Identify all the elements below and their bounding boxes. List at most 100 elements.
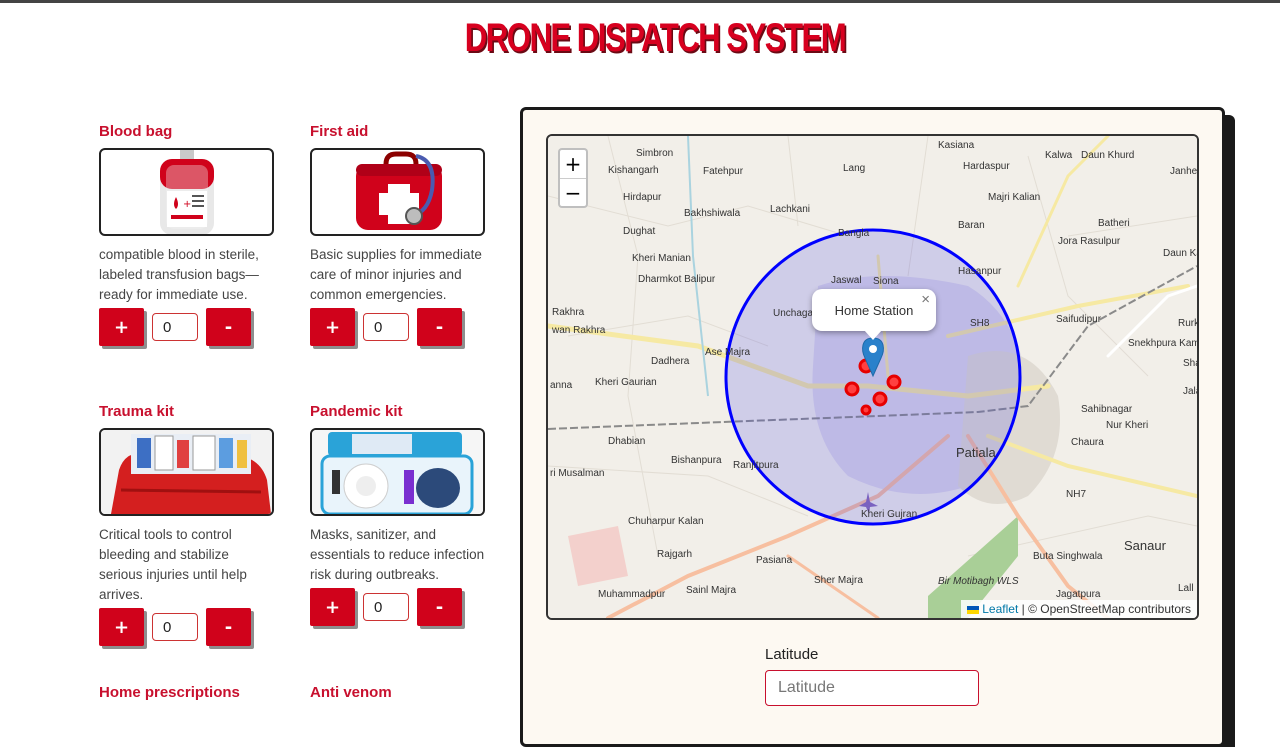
map-place-label: Nur Kheri xyxy=(1106,420,1148,431)
map-place-label: Lang xyxy=(843,163,865,174)
map-place-label: Dharmkot Balipur xyxy=(638,274,716,285)
map-place-label: Janheri xyxy=(1170,166,1197,177)
map-place-label: Sher Majra xyxy=(814,575,863,586)
map-place-label: Simbron xyxy=(636,148,673,159)
kit-title: Anti venom xyxy=(310,684,392,701)
trauma-kit-image xyxy=(99,428,274,516)
ukraine-flag-icon xyxy=(966,605,979,614)
map-place-label: Hirdapur xyxy=(623,192,662,203)
map-place-label: Chaura xyxy=(1071,437,1104,448)
kit-card-pandemic-kit: Pandemic kit Masks, sanitizer, and essen… xyxy=(310,402,490,626)
map-place-label: Lachkani xyxy=(770,204,810,215)
quantity-input[interactable] xyxy=(152,613,198,641)
quantity-input[interactable] xyxy=(363,593,409,621)
popup-text: Home Station xyxy=(834,302,914,318)
zoom-in-button[interactable]: + xyxy=(560,150,586,178)
kit-title: First aid xyxy=(310,123,369,140)
increment-button[interactable]: + xyxy=(310,308,355,346)
quantity-stepper: + - xyxy=(310,308,490,346)
map-place-label: Pasiana xyxy=(756,555,793,566)
map-place-label: Patiala xyxy=(956,445,997,460)
increment-button[interactable]: + xyxy=(310,588,355,626)
page-title: DRONE DISPATCH SYSTEM xyxy=(464,16,847,60)
map-place-label: Kasiana xyxy=(938,140,975,151)
pandemic-kit-image xyxy=(310,428,485,516)
map-place-label: Batheri xyxy=(1098,218,1130,229)
map-place-label: Kheri Gaurian xyxy=(595,377,657,388)
kit-title: Home prescriptions xyxy=(99,684,240,701)
kit-title: Blood bag xyxy=(99,123,173,140)
kit-card-anti-venom: Anti venom xyxy=(310,683,490,703)
first-aid-image xyxy=(310,148,485,236)
map-place-label: Bir Motibagh WLS xyxy=(938,576,1019,587)
increment-button[interactable]: + xyxy=(99,608,144,646)
decrement-button[interactable]: - xyxy=(417,588,462,626)
map-place-label: Dadhera xyxy=(651,356,690,367)
map-place-label: Majri Kalian xyxy=(988,192,1040,203)
map-place-label: Siona xyxy=(873,276,899,287)
leaflet-link[interactable]: Leaflet xyxy=(982,602,1018,616)
map-place-label: Kishangarh xyxy=(608,165,659,176)
map-place-label: Jagatpura xyxy=(1056,589,1101,600)
kit-card-first-aid: First aid Basic supplies for immediate c… xyxy=(310,122,490,346)
attribution-text: | © OpenStreetMap contributors xyxy=(1021,602,1191,616)
map-place-label: Kheri Manian xyxy=(632,253,691,264)
quantity-input[interactable] xyxy=(363,313,409,341)
map-place-label: Saifudipur xyxy=(1056,314,1102,325)
map[interactable]: Kasiana Simbron Kishangarh Fatehpur Lang Hard… xyxy=(546,134,1199,620)
quantity-stepper: + - xyxy=(310,588,490,626)
map-place-label: Dhabian xyxy=(608,436,645,447)
popup-close-icon[interactable]: × xyxy=(921,291,930,308)
map-place-label: ri Musalman xyxy=(550,468,604,479)
map-place-label: Jaswal xyxy=(831,275,862,286)
map-place-label: Bakhshiwala xyxy=(684,208,741,219)
blood-bag-image: + xyxy=(99,148,274,236)
latitude-input[interactable] xyxy=(765,670,979,706)
map-place-label: Chuharpur Kalan xyxy=(628,516,704,527)
map-place-label: Buta Singhwala xyxy=(1033,551,1103,562)
map-place-label: Jalalp xyxy=(1183,386,1197,397)
kit-description: Basic supplies for immediate care of min… xyxy=(310,247,482,302)
map-place-label: Dughat xyxy=(623,226,655,237)
map-place-label: Hasanpur xyxy=(958,266,1002,277)
kit-description: Masks, sanitizer, and essentials to redu… xyxy=(310,527,485,582)
increment-button[interactable]: + xyxy=(99,308,144,346)
map-place-label: Sanaur xyxy=(1124,538,1167,553)
map-place-label: Daun Khurd xyxy=(1081,150,1134,161)
kit-title: Pandemic kit xyxy=(310,403,403,420)
map-place-label: wan Rakhra xyxy=(551,325,606,336)
map-place-label: Bishanpura xyxy=(671,455,722,466)
map-place-label: Rurk xyxy=(1178,318,1197,329)
kit-description: Critical tools to control bleeding and s… xyxy=(99,527,247,602)
map-place-label: Fatehpur xyxy=(703,166,744,177)
map-popup: Home Station × xyxy=(812,289,936,340)
map-attribution: Leaflet | © OpenStreetMap contributors xyxy=(960,600,1197,618)
quantity-stepper: + - xyxy=(99,608,279,646)
map-place-label: Sahibnagar xyxy=(1081,404,1133,415)
map-place-label: Bangla xyxy=(838,228,870,239)
zoom-out-button[interactable]: − xyxy=(560,178,586,206)
quantity-stepper: + - xyxy=(99,308,279,346)
map-place-label: Muhammadpur xyxy=(598,589,666,600)
decrement-button[interactable]: - xyxy=(206,608,251,646)
map-place-label: Ase Majra xyxy=(705,347,750,358)
svg-text:+: + xyxy=(183,199,191,210)
map-place-label: Daun Kala xyxy=(1163,248,1197,259)
quantity-input[interactable] xyxy=(152,313,198,341)
map-place-label: Baran xyxy=(958,220,985,231)
map-place-label: Rajgarh xyxy=(657,549,692,560)
kit-card-trauma-kit: Trauma kit Critical tools to control ble… xyxy=(99,402,279,646)
latitude-label: Latitude xyxy=(765,646,819,663)
map-place-label: Hardaspur xyxy=(963,161,1010,172)
map-place-label: Kalwa xyxy=(1045,150,1073,161)
decrement-button[interactable]: - xyxy=(417,308,462,346)
kit-description: compatible blood in sterile, labeled tra… xyxy=(99,247,259,302)
decrement-button[interactable]: - xyxy=(206,308,251,346)
zoom-control: + − xyxy=(558,148,588,208)
map-place-label: Rakhra xyxy=(552,307,585,318)
kit-title: Trauma kit xyxy=(99,403,175,420)
map-place-label: Sainl Majra xyxy=(686,585,736,596)
map-place-label: Lall xyxy=(1178,583,1194,594)
map-place-label: anna xyxy=(550,380,573,391)
top-border xyxy=(0,0,1280,3)
